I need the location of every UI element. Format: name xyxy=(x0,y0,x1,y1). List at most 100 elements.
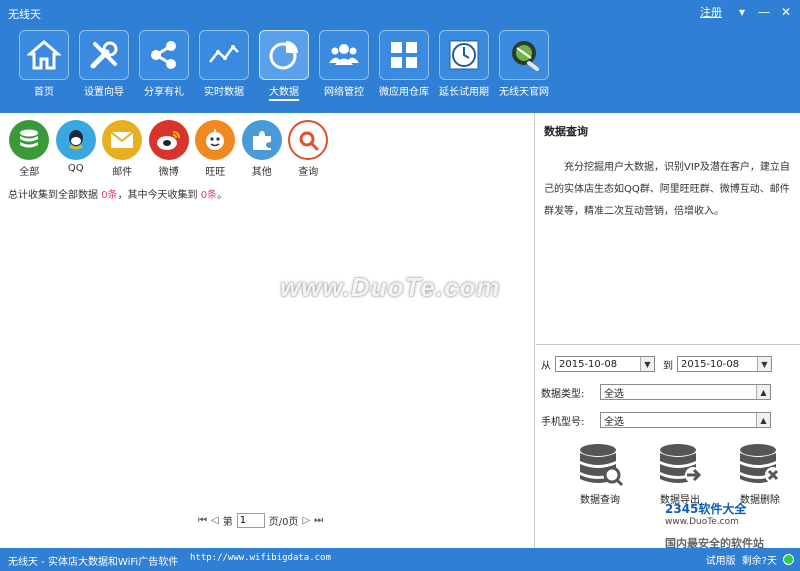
last-page-icon[interactable]: ⏭ xyxy=(314,515,323,526)
tool-micro-app-store[interactable]: 微应用仓库 xyxy=(374,30,434,101)
phone-model-value: 全选 xyxy=(604,416,624,428)
category-label: 其他 xyxy=(251,167,272,178)
db-delete-icon xyxy=(740,444,781,483)
database-icon xyxy=(9,120,50,160)
site-brand: 2345软件大全 xyxy=(665,502,747,516)
category-weibo[interactable]: 微博 xyxy=(146,120,193,178)
tool-label: 大数据 xyxy=(269,83,299,101)
tool-label: 微应用仓库 xyxy=(379,87,429,98)
next-page-icon[interactable]: ▷ xyxy=(302,515,310,526)
register-link[interactable]: 注册 xyxy=(700,4,722,20)
category-wangwang[interactable]: 旺旺 xyxy=(192,120,239,178)
from-label: 从 xyxy=(541,360,551,372)
category-query[interactable]: 查询 xyxy=(285,120,332,178)
phone-model-label: 手机型号: xyxy=(541,416,585,428)
side-panel: 数据查询 充分挖掘用户大数据，识别VIP及潜在客户，建立自己的实体店生态如QQ群… xyxy=(536,113,800,548)
page-input[interactable] xyxy=(236,513,265,528)
phone-model-select[interactable]: 全选 ▲ xyxy=(600,412,771,428)
category-label: 邮件 xyxy=(112,167,133,178)
data-type-label: 数据类型: xyxy=(541,388,585,400)
status-indicator-icon xyxy=(783,554,794,565)
page-suffix: 页/0页 xyxy=(268,517,299,528)
pager: ⏮ ◁ 第 页/0页 ▷ ⏭ xyxy=(198,513,323,528)
category-label: 全部 xyxy=(19,167,40,178)
category-mail[interactable]: 邮件 xyxy=(99,120,146,178)
tool-big-data[interactable]: 大数据 xyxy=(254,30,314,101)
page-prefix: 第 xyxy=(222,517,233,528)
remaining-days: 剩余?天 xyxy=(741,556,777,567)
tool-official-site[interactable]: 无线天官网 xyxy=(494,30,554,101)
search-icon xyxy=(288,120,329,160)
status-right: 试用版 剩余?天 xyxy=(706,552,794,567)
summary-total: 0条 xyxy=(101,190,118,201)
qq-icon xyxy=(55,120,96,160)
mail-icon xyxy=(102,120,143,160)
tool-label: 首页 xyxy=(34,87,54,98)
chevron-up-icon[interactable]: ▲ xyxy=(756,413,770,427)
category-all[interactable]: 全部 xyxy=(6,120,53,178)
users-icon xyxy=(319,30,369,80)
data-list-panel: 全部 QQ 邮件 微博 旺旺 其他 查询 总计收集到全部数据 0条，其中今天收集… xyxy=(0,113,535,548)
category-qq[interactable]: QQ xyxy=(53,120,100,178)
tool-label: 设置向导 xyxy=(84,87,124,98)
trial-badge: 试用版 xyxy=(705,556,736,567)
grid-icon xyxy=(379,30,429,80)
chevron-down-icon[interactable]: ▼ xyxy=(757,357,771,371)
share-icon xyxy=(139,30,189,80)
menu-icon[interactable]: ▾ xyxy=(734,4,750,20)
tool-label: 延长试用期 xyxy=(439,87,489,98)
data-delete-button[interactable]: 数据删除 xyxy=(720,441,800,506)
category-label: QQ xyxy=(67,163,84,174)
first-page-icon[interactable]: ⏮ xyxy=(198,515,207,526)
home-icon xyxy=(19,30,69,80)
minimize-icon[interactable]: — xyxy=(756,4,772,20)
category-label: 查询 xyxy=(298,167,319,178)
tool-setup-wizard[interactable]: 设置向导 xyxy=(74,30,134,101)
tool-extend-trial[interactable]: 延长试用期 xyxy=(434,30,494,101)
clock-icon xyxy=(439,30,489,80)
category-label: 旺旺 xyxy=(205,167,226,178)
summary-suffix: 。 xyxy=(217,190,228,201)
main-toolbar: 首页 设置向导 分享有礼 实时数据 大数据 网络管控 微应用仓库 延长试用期 无… xyxy=(14,30,554,101)
tool-label: 网络管控 xyxy=(324,87,364,98)
category-other[interactable]: 其他 xyxy=(239,120,286,178)
window-controls: 注册 ▾ — ✕ xyxy=(700,4,794,20)
tool-home[interactable]: 首页 xyxy=(14,30,74,101)
phone-model-row: 手机型号: 全选 ▲ xyxy=(541,412,771,428)
action-label: 数据查询 xyxy=(580,495,620,506)
tools-icon xyxy=(79,30,129,80)
tool-share[interactable]: 分享有礼 xyxy=(134,30,194,101)
tool-realtime-data[interactable]: 实时数据 xyxy=(194,30,254,101)
app-header: 无线天 注册 ▾ — ✕ 首页 设置向导 分享有礼 实时数据 大数据 网络管控 … xyxy=(0,0,800,113)
chevron-up-icon[interactable]: ▲ xyxy=(756,385,770,399)
status-bar: 无线天 - 实体店大数据和WiFi广告软件 http://www.wifibig… xyxy=(0,548,800,571)
tool-label: 实时数据 xyxy=(204,87,244,98)
info-box: 数据查询 充分挖掘用户大数据，识别VIP及潜在客户，建立自己的实体店生态如QQ群… xyxy=(536,113,800,345)
data-type-select[interactable]: 全选 ▲ xyxy=(600,384,771,400)
prev-page-icon[interactable]: ◁ xyxy=(211,515,219,526)
collection-summary: 总计收集到全部数据 0条，其中今天收集到 0条。 xyxy=(8,186,227,201)
chevron-down-icon[interactable]: ▼ xyxy=(640,357,654,371)
db-search-icon xyxy=(580,444,624,487)
tool-label: 无线天官网 xyxy=(499,87,549,98)
status-app-name: 无线天 - 实体店大数据和WiFi广告软件 xyxy=(8,557,179,568)
summary-today: 0条 xyxy=(200,190,218,201)
summary-mid: ，其中今天收集到 xyxy=(117,190,201,201)
from-date-value: 2015-10-08 xyxy=(559,358,618,370)
status-url[interactable]: http://www.wifibigdata.com xyxy=(190,553,331,563)
window-title: 无线天 xyxy=(8,8,41,21)
data-export-button[interactable]: 数据导出 xyxy=(640,441,720,506)
data-type-value: 全选 xyxy=(604,388,624,400)
close-icon[interactable]: ✕ xyxy=(778,4,794,20)
category-label: 微博 xyxy=(158,167,179,178)
tool-label: 分享有礼 xyxy=(144,87,184,98)
tool-network-control[interactable]: 网络管控 xyxy=(314,30,374,101)
summary-prefix: 总计收集到全部数据 xyxy=(8,190,102,201)
from-date-picker[interactable]: 2015-10-08 ▼ xyxy=(555,356,655,372)
to-date-picker[interactable]: 2015-10-08 ▼ xyxy=(677,356,772,372)
pie-chart-icon xyxy=(259,30,309,80)
to-label: 到 xyxy=(663,360,673,372)
globe-icon xyxy=(499,30,549,80)
data-query-button[interactable]: 数据查询 xyxy=(560,441,640,506)
watermark: www.DuoTe.com xyxy=(280,272,501,302)
